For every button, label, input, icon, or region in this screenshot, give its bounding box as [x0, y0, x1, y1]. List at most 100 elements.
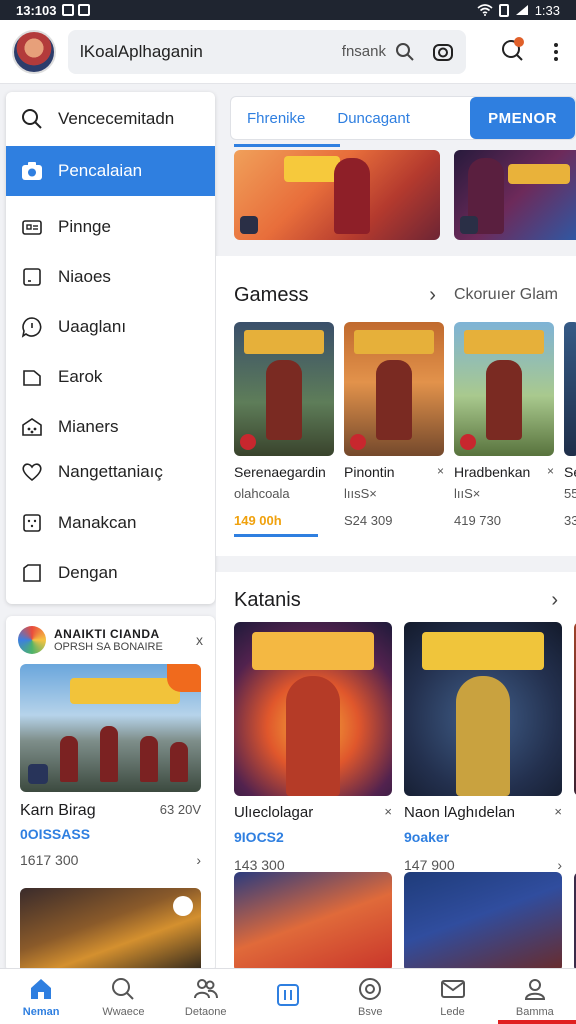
chevron-right-icon[interactable]: ›: [557, 857, 562, 873]
game-thumbnail: [454, 322, 554, 456]
game-name: Karn Birag: [20, 802, 96, 819]
scroll-indicator: [234, 534, 318, 537]
tab-2[interactable]: PMENOR: [470, 97, 575, 139]
more-options-icon[interactable]: [548, 42, 564, 61]
game-subtitle: 55: [564, 486, 576, 501]
collection-card[interactable]: ANAIKTI CIANDA OPRSH SA BONAIRE x Karn B…: [6, 616, 215, 972]
game-downloads: 1617 300: [20, 852, 79, 868]
menu-item-7[interactable]: Nangettaniaıç: [6, 452, 215, 492]
game-name: Se: [564, 464, 576, 480]
menu-item-5[interactable]: Earok: [6, 352, 215, 402]
nav-people[interactable]: Detaone: [165, 969, 247, 1024]
character-figure: [100, 726, 118, 782]
active-underline: [498, 1020, 576, 1024]
game-card[interactable]: Naon lAghıdelan × 9oaker 147 900 ›: [404, 622, 562, 873]
avatar[interactable]: [12, 29, 56, 74]
game-downloads: 147 900: [404, 857, 455, 873]
nav-label: Bamma: [515, 1005, 554, 1018]
section-link[interactable]: Ckoruıer Glam: [454, 286, 558, 304]
collection-header: ANAIKTI CIANDA OPRSH SA BONAIRE x: [6, 616, 215, 660]
search-bar[interactable]: lKoalAplhaganin fnsank: [68, 29, 466, 74]
game-name-row: Hradbenkan ×: [454, 464, 554, 480]
game-thumbnail[interactable]: [404, 872, 562, 968]
menu-item-0[interactable]: Vencecemitadn: [6, 92, 215, 146]
chevron-right-icon[interactable]: ›: [196, 852, 201, 868]
nav-account[interactable]: Bamma: [494, 969, 576, 1024]
menu-item-label: Uaaglanı: [58, 317, 127, 336]
menu-item-9[interactable]: Dengan: [6, 548, 215, 598]
game-name-row: Serenaegardin: [234, 464, 334, 480]
nav-save[interactable]: Bsve: [329, 969, 411, 1024]
game-thumbnail: [234, 622, 392, 796]
character-figure: [334, 158, 370, 234]
game-card[interactable]: Hradbenkan × lııS× 419 730: [454, 322, 554, 528]
heart-icon: [20, 460, 44, 484]
notification-icon: [62, 4, 75, 16]
game-logo: [70, 678, 180, 704]
game-card[interactable]: Pinontin × lıısS× S24 309: [344, 322, 444, 528]
gallery-notification-icon: [78, 4, 91, 16]
gift-icon: [20, 415, 44, 439]
katanis-section: Katanis › Ulıeclolagar × 9IOCS2 143 300 N…: [216, 572, 576, 968]
game-name: Hradbenkan: [454, 464, 531, 480]
nav-label: Detaone: [184, 1005, 227, 1018]
menu-item-6[interactable]: Mianers: [6, 402, 215, 452]
game-downloads-row: 1617 300 ›: [6, 842, 215, 868]
game-price: 419 730: [454, 513, 501, 528]
close-icon[interactable]: x: [196, 632, 203, 648]
camera-icon: [20, 159, 44, 183]
status-right-time: 1:33: [534, 2, 560, 18]
menu-item-1[interactable]: Pencalaian: [6, 146, 215, 196]
nav-home[interactable]: Neman: [0, 969, 82, 1024]
section-header: Gamess › Ckoruıer Glam: [216, 256, 576, 312]
tab-0[interactable]: Fhrenike: [231, 110, 321, 127]
game-card[interactable]: Se 55 33: [564, 322, 576, 528]
game-thumbnail: [404, 622, 562, 796]
menu-item-4[interactable]: Uaaglanı: [6, 302, 215, 352]
game-thumbnail[interactable]: [234, 872, 392, 968]
game-card[interactable]: Serenaegardin olahcoala 149 00h: [234, 322, 334, 528]
menu-item-label: Mianers: [58, 417, 119, 436]
nav-label: Neman: [22, 1005, 60, 1018]
featured-banner[interactable]: [454, 150, 576, 240]
game-subtitle: lıısS×: [344, 486, 377, 501]
search-icon[interactable]: [394, 41, 416, 63]
games-list: Serenaegardin olahcoala 149 00h Pinontin…: [234, 322, 576, 528]
character-figure: [60, 736, 78, 782]
game-price: 33: [564, 513, 576, 528]
profile-search-icon[interactable]: [500, 36, 526, 67]
menu-item-8[interactable]: Manakcan: [6, 498, 215, 548]
game-side: ×: [546, 464, 554, 478]
game-side-price: 63 20V: [159, 802, 201, 817]
close-icon[interactable]: [173, 896, 193, 916]
wifi-icon: [477, 4, 493, 16]
chevron-right-icon[interactable]: ›: [551, 589, 558, 612]
nav-label: Wwaece: [102, 1005, 145, 1018]
nav-search[interactable]: Wwaece: [82, 969, 164, 1024]
chevron-right-icon[interactable]: ›: [429, 284, 436, 307]
game-name-row: Naon lAghıdelan ×: [404, 804, 562, 821]
game-logo: [508, 164, 570, 184]
menu-item-3[interactable]: Niaoes: [6, 252, 215, 302]
featured-banner[interactable]: [234, 150, 440, 240]
game-side: ×: [554, 804, 562, 819]
tab-1[interactable]: Duncagant: [321, 110, 426, 127]
camera-icon[interactable]: [432, 41, 454, 63]
game-subtitle: lııS×: [454, 486, 481, 501]
game-thumbnail[interactable]: [20, 664, 201, 792]
nav-mail[interactable]: Lede: [411, 969, 493, 1024]
search-icon: [20, 107, 44, 131]
mail-icon: [440, 976, 466, 1002]
nav-center[interactable]: [247, 969, 329, 1024]
menu-item-2[interactable]: Pinnge: [6, 202, 215, 252]
featured-row: [234, 150, 576, 240]
game-card[interactable]: Ulıeclolagar × 9IOCS2 143 300: [234, 622, 392, 873]
game-thumbnail[interactable]: [20, 888, 201, 972]
square-icon: [20, 561, 44, 585]
search-input[interactable]: lKoalAplhaganin: [80, 42, 342, 62]
nav-label: Bsve: [358, 1005, 383, 1018]
game-subtitle: olahcoala: [234, 486, 290, 501]
collection-title: ANAIKTI CIANDA: [54, 627, 160, 641]
section-title: Katanis: [234, 588, 301, 611]
game-name-row: Karn Birag 63 20V: [6, 792, 215, 820]
